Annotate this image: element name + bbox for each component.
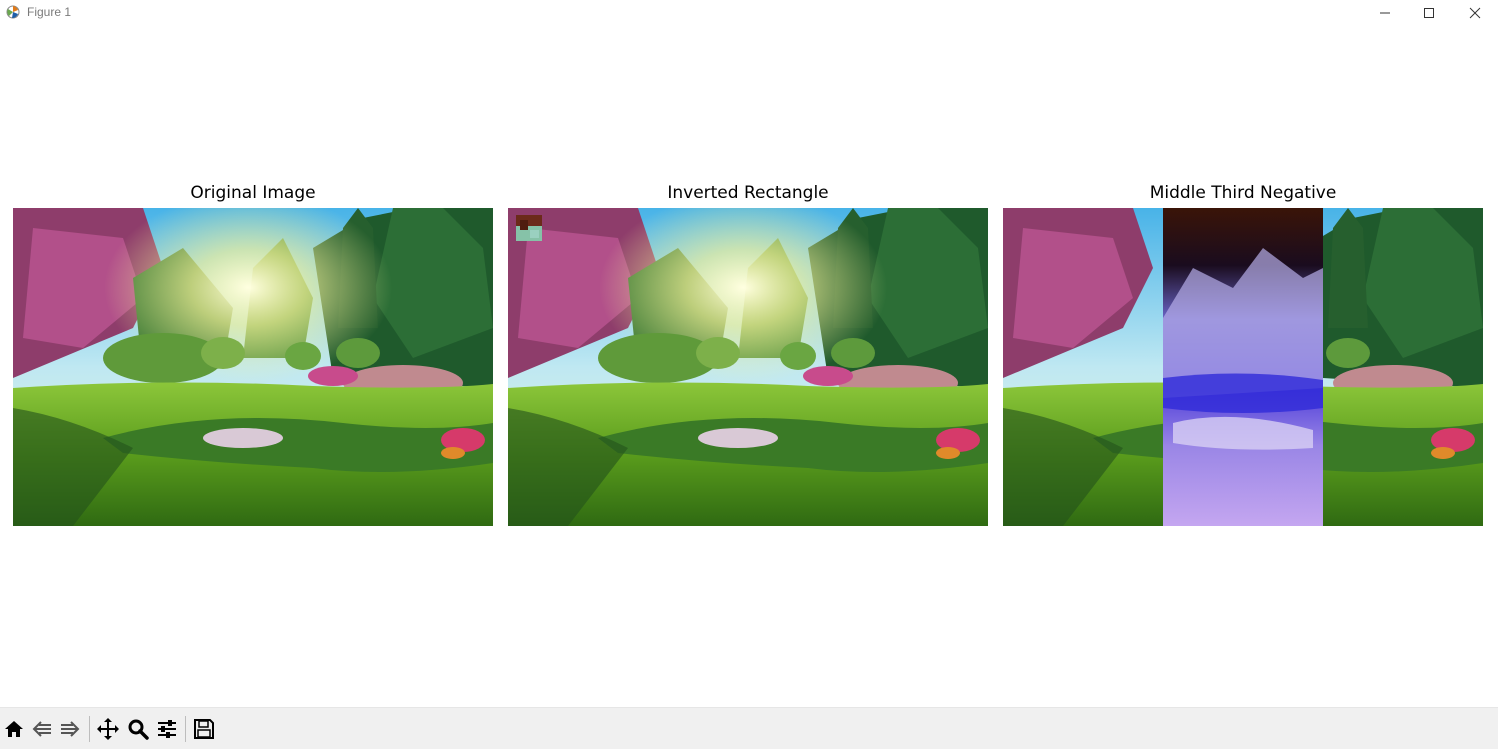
close-icon [1469,7,1481,19]
back-button[interactable] [30,717,54,741]
configure-subplots-button[interactable] [155,717,179,741]
inverted-rectangle-image [508,208,988,526]
toolbar-separator [185,716,186,742]
figure-canvas[interactable]: Original Image Inverted Rectangle Middle… [0,26,1498,706]
maximize-button[interactable] [1406,0,1452,26]
panel-title-middle-negative: Middle Third Negative [1149,183,1337,203]
home-button[interactable] [2,717,26,741]
toolbar-separator [89,716,90,742]
matplotlib-icon [5,4,21,20]
minimize-button[interactable] [1362,0,1408,26]
pan-button[interactable] [96,717,120,741]
pan-icon [96,717,120,741]
back-icon [31,718,53,740]
home-icon [3,718,25,740]
zoom-icon [127,718,149,740]
save-button[interactable] [192,717,216,741]
forward-icon [59,718,81,740]
minimize-icon [1379,7,1391,19]
forward-button[interactable] [58,717,82,741]
configure-subplots-icon [156,718,178,740]
zoom-button[interactable] [126,717,150,741]
save-icon [193,718,215,740]
panel-title-inverted: Inverted Rectangle [667,183,829,203]
middle-third-negative-image [1003,208,1483,526]
window-title: Figure 1 [27,5,72,19]
inverted-region [516,215,542,241]
original-image [13,208,493,526]
negative-region [1163,208,1323,526]
panel-title-original: Original Image [190,183,316,203]
maximize-icon [1423,7,1435,19]
close-button[interactable] [1452,0,1498,26]
window-titlebar: Figure 1 [0,0,1498,26]
navigation-toolbar [0,707,1498,749]
